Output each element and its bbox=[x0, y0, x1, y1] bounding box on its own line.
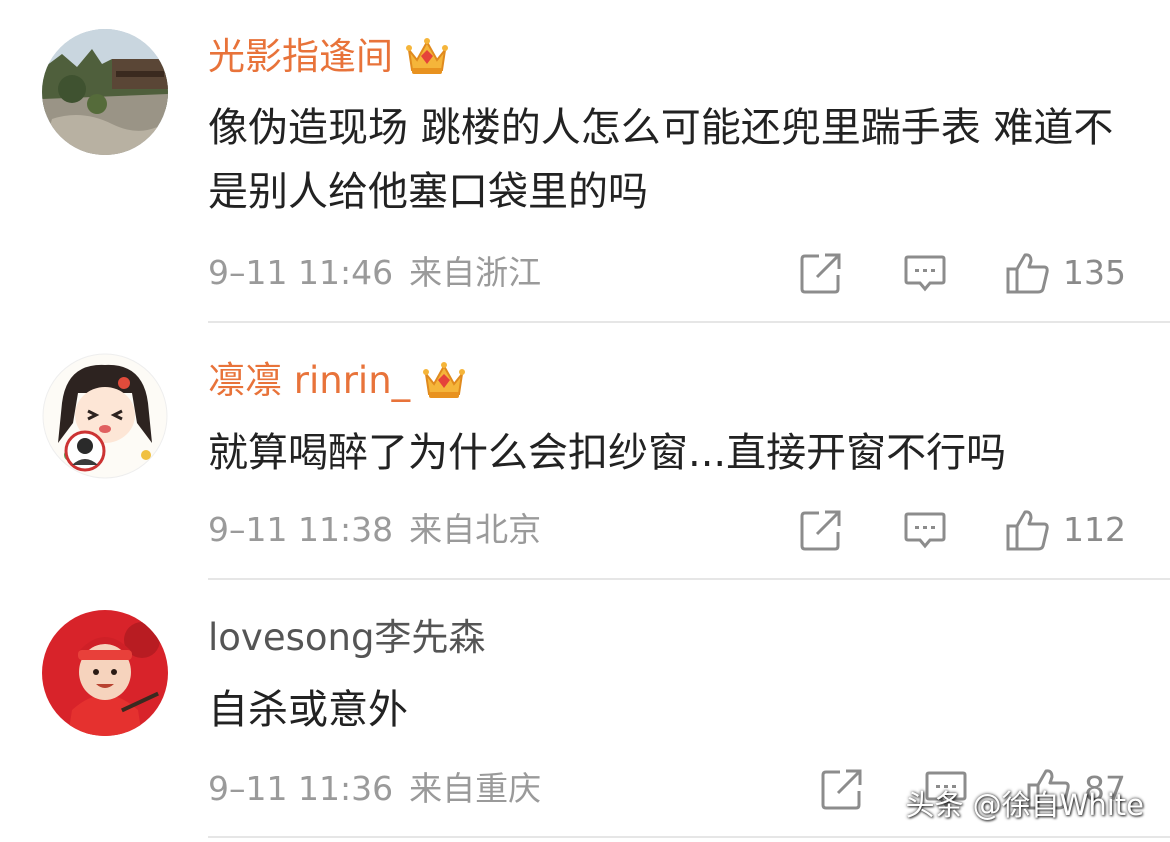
username[interactable]: lovesong李先森 bbox=[208, 615, 485, 661]
comment-meta: 9–11 11:46 来自浙江 bbox=[208, 253, 541, 293]
like-count: 112 bbox=[1063, 510, 1126, 549]
username[interactable]: 凛凛 rinrin_ bbox=[208, 358, 466, 404]
divider bbox=[208, 321, 1170, 323]
vip-crown-icon bbox=[422, 360, 466, 402]
username-text[interactable]: 光影指逢间 bbox=[208, 34, 393, 80]
username[interactable]: 光影指逢间 bbox=[208, 34, 449, 80]
comment-meta: 9–11 11:36 来自重庆 bbox=[208, 769, 541, 809]
location: 来自重庆 bbox=[409, 769, 542, 808]
share-icon[interactable] bbox=[820, 767, 864, 811]
comment-text: 像伪造现场 跳楼的人怎么可能还兜里踹手表 难道不是别人给他塞口袋里的吗 bbox=[208, 105, 1114, 215]
avatar[interactable] bbox=[42, 610, 168, 736]
avatar[interactable] bbox=[42, 353, 168, 479]
username-text[interactable]: lovesong李先森 bbox=[208, 615, 485, 661]
comment-icon[interactable] bbox=[903, 251, 947, 295]
share-icon[interactable] bbox=[799, 251, 843, 295]
comment-list: 光影指逢间 像伪造现场 跳楼的人怎么可能还兜里踹手表 难道不是别人给他塞口袋里的… bbox=[0, 0, 1170, 842]
location: 来自北京 bbox=[409, 510, 542, 549]
location: 来自浙江 bbox=[409, 253, 542, 292]
timestamp: 9–11 11:46 bbox=[208, 253, 394, 292]
comment-text: 自杀或意外 bbox=[208, 687, 408, 733]
vip-crown-icon bbox=[405, 36, 449, 78]
avatar[interactable] bbox=[42, 29, 168, 155]
timestamp: 9–11 11:38 bbox=[208, 510, 394, 549]
comment-text: 就算喝醉了为什么会扣纱窗...直接开窗不行吗 bbox=[208, 430, 1007, 476]
thumbs-up-icon[interactable] bbox=[1005, 508, 1049, 552]
like-count: 135 bbox=[1063, 253, 1126, 292]
comment-icon[interactable] bbox=[903, 508, 947, 552]
timestamp: 9–11 11:36 bbox=[208, 769, 394, 808]
divider bbox=[208, 578, 1170, 580]
username-text[interactable]: 凛凛 rinrin_ bbox=[208, 358, 410, 404]
comment-meta: 9–11 11:38 来自北京 bbox=[208, 510, 541, 550]
divider bbox=[208, 836, 1170, 838]
watermark: 头条 @徐自White bbox=[905, 788, 1144, 822]
comment-actions: 135 bbox=[799, 249, 1126, 297]
thumbs-up-icon[interactable] bbox=[1005, 251, 1049, 295]
share-icon[interactable] bbox=[799, 508, 843, 552]
comment-actions: 112 bbox=[799, 506, 1126, 554]
